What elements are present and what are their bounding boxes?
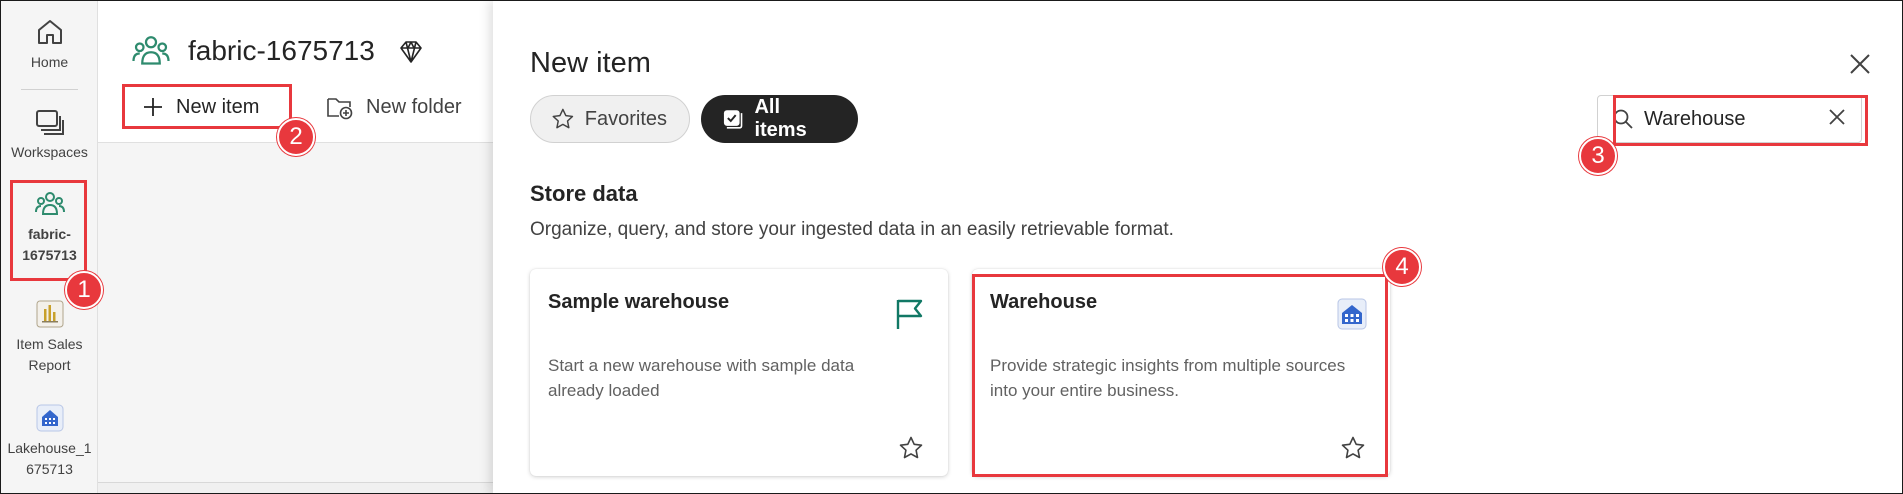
favorite-star-icon[interactable] [1340, 435, 1366, 461]
workspace-footer-bar [98, 482, 498, 493]
rail-item-home[interactable]: Home [1, 15, 98, 73]
rail-item-label-line1: Lakehouse_1 [7, 440, 92, 456]
all-items-icon [723, 110, 743, 129]
rail-item-label-line2: 675713 [26, 461, 73, 477]
close-icon[interactable] [1847, 51, 1873, 77]
search-input[interactable] [1644, 107, 1814, 131]
rail-item-lakehouse[interactable]: Lakehouse_1 675713 [1, 401, 98, 480]
rail-item-label: Workspaces [11, 144, 88, 160]
left-nav-rail: Home Workspaces fabric- 1675713 Item Sal… [1, 1, 98, 493]
section-title: Store data [530, 181, 638, 206]
plus-icon [144, 98, 162, 116]
new-item-dialog: New item Favorites All items Store data … [493, 1, 1902, 493]
step-badge-1: 1 [65, 271, 103, 309]
flag-icon [894, 297, 926, 331]
rail-item-workspaces[interactable]: Workspaces [1, 105, 98, 163]
tab-favorites[interactable]: Favorites [530, 95, 690, 143]
rail-item-label-line2: 1675713 [22, 247, 77, 263]
rail-item-label: Home [30, 54, 69, 70]
lakehouse-icon [33, 401, 67, 435]
new-folder-icon [327, 98, 353, 120]
step-badge-2: 2 [277, 118, 315, 156]
card-description: Provide strategic insights from multiple… [990, 356, 1346, 400]
dialog-title: New item [530, 47, 651, 79]
rail-item-fabric-workspace[interactable]: fabric- 1675713 [1, 187, 98, 266]
clear-search-icon[interactable] [1827, 107, 1847, 132]
card-description: Start a new warehouse with sample data a… [548, 356, 855, 400]
new-item-button[interactable]: New item [142, 87, 259, 127]
tab-favorites-label: Favorites [584, 107, 667, 130]
workspaces-icon [33, 105, 67, 139]
tab-all-items[interactable]: All items [701, 95, 858, 143]
workspace-area: fabric-1675713 New item New folder [98, 1, 498, 493]
rail-item-label-line1: fabric- [28, 226, 71, 242]
report-chart-icon [33, 297, 67, 331]
home-icon [33, 15, 67, 49]
step-badge-3: 3 [1579, 137, 1617, 175]
screenshot-frame: Home Workspaces fabric- 1675713 Item Sal… [0, 0, 1903, 494]
search-box[interactable] [1597, 95, 1862, 143]
tab-all-items-label: All items [754, 96, 807, 141]
workspace-title: fabric-1675713 [188, 35, 375, 66]
new-folder-button[interactable]: New folder [326, 87, 462, 127]
step-badge-4: 4 [1383, 248, 1421, 286]
card-sample-warehouse[interactable]: Sample warehouse Start a new warehouse w… [530, 269, 948, 476]
card-warehouse[interactable]: Warehouse Provide strategic insights fro… [972, 269, 1390, 476]
premium-diamond-icon [398, 39, 424, 65]
workspace-people-icon [33, 187, 67, 221]
warehouse-icon [1336, 297, 1368, 331]
card-title: Warehouse [990, 291, 1098, 313]
section-description: Organize, query, and store your ingested… [530, 219, 1174, 240]
search-icon [1613, 109, 1633, 129]
rail-item-label-line1: Item Sales [16, 336, 83, 352]
card-title: Sample warehouse [548, 291, 730, 313]
rail-divider [21, 89, 78, 90]
rail-item-label-line2: Report [28, 357, 71, 373]
new-folder-label: New folder [366, 95, 462, 118]
new-item-label: New item [176, 95, 260, 118]
favorite-star-icon[interactable] [898, 435, 924, 461]
workspace-people-icon [131, 31, 171, 71]
star-icon [552, 108, 574, 129]
